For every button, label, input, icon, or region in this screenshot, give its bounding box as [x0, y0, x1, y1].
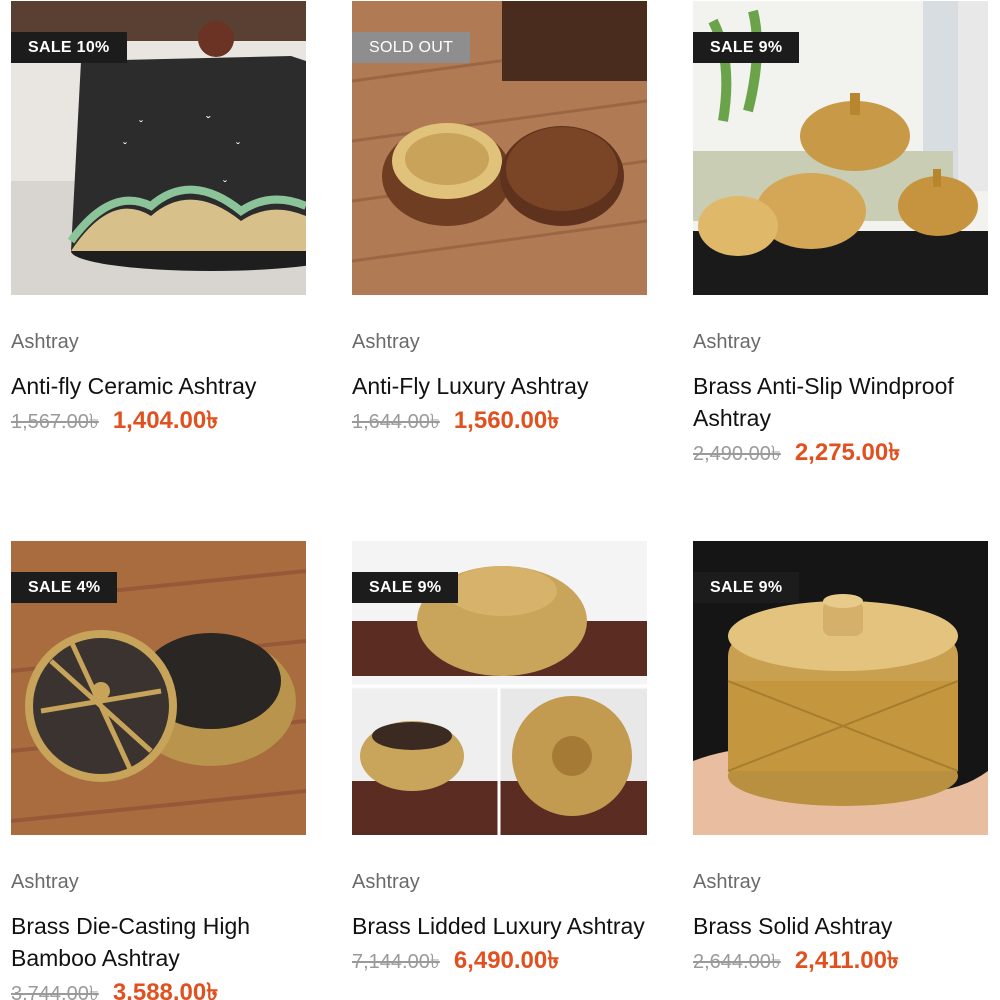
sale-price: 6,490.00৳ [453, 947, 560, 974]
original-price: 3,744.00৳ [11, 983, 99, 1000]
product-grid: ˇ ˇ ˇ ˇ ˇ SALE 10% Ashtray Anti-fly Cera… [0, 0, 1000, 1000]
product-category[interactable]: Ashtray [693, 870, 989, 894]
svg-text:ˇ: ˇ [123, 140, 127, 154]
product-title[interactable]: Anti-Fly Luxury Ashtray [352, 370, 648, 402]
product-image[interactable]: SOLD OUT [352, 1, 647, 295]
sale-badge: SALE 10% [11, 32, 127, 63]
product-image[interactable]: SALE 9% [693, 1, 988, 295]
product-card[interactable]: SALE 9% Ashtray Brass Solid Ashtray 2,64… [693, 541, 989, 979]
product-card[interactable]: SALE 9% Ashtray Brass Anti-Slip Windproo… [693, 1, 989, 471]
product-card[interactable]: ˇ ˇ ˇ ˇ ˇ SALE 10% Ashtray Anti-fly Cera… [11, 1, 307, 439]
product-image[interactable]: SALE 9% [352, 541, 647, 835]
product-prices: 3,744.00৳ 3,588.00৳ [11, 978, 307, 1000]
product-prices: 2,490.00৳ 2,275.00৳ [693, 438, 989, 471]
sale-badge: SALE 9% [693, 572, 800, 603]
sale-badge: SALE 9% [693, 32, 800, 63]
product-category[interactable]: Ashtray [352, 870, 648, 894]
product-category[interactable]: Ashtray [11, 330, 307, 354]
original-price: 1,567.00৳ [11, 411, 99, 433]
product-prices: 2,644.00৳ 2,411.00৳ [693, 946, 989, 979]
product-title[interactable]: Anti-fly Ceramic Ashtray [11, 370, 307, 402]
product-title[interactable]: Brass Lidded Luxury Ashtray [352, 910, 648, 942]
sale-price: 1,404.00৳ [112, 407, 219, 434]
svg-text:ˇ: ˇ [223, 178, 227, 192]
original-price: 2,490.00৳ [693, 443, 781, 465]
product-prices: 7,144.00৳ 6,490.00৳ [352, 946, 648, 979]
product-title[interactable]: Brass Die-Casting High Bamboo Ashtray [11, 910, 307, 974]
product-prices: 1,567.00৳ 1,404.00৳ [11, 406, 307, 439]
product-title[interactable]: Brass Solid Ashtray [693, 910, 989, 942]
sale-badge: SALE 4% [11, 572, 118, 603]
product-prices: 1,644.00৳ 1,560.00৳ [352, 406, 648, 439]
original-price: 2,644.00৳ [693, 951, 781, 973]
product-card[interactable]: SALE 9% Ashtray Brass Lidded Luxury Asht… [352, 541, 648, 979]
sale-badge: SALE 9% [352, 572, 459, 603]
original-price: 7,144.00৳ [352, 951, 440, 973]
product-image[interactable]: SALE 4% [11, 541, 306, 835]
sale-price: 3,588.00৳ [112, 979, 219, 1000]
product-card[interactable]: SOLD OUT Ashtray Anti-Fly Luxury Ashtray… [352, 1, 648, 439]
product-category[interactable]: Ashtray [352, 330, 648, 354]
original-price: 1,644.00৳ [352, 411, 440, 433]
product-title[interactable]: Brass Anti-Slip Windproof Ashtray [693, 370, 989, 434]
svg-text:ˇ: ˇ [139, 118, 143, 132]
sale-price: 2,411.00৳ [794, 947, 899, 974]
svg-text:ˇ: ˇ [206, 113, 211, 129]
svg-text:ˇ: ˇ [236, 140, 240, 154]
product-image[interactable]: ˇ ˇ ˇ ˇ ˇ SALE 10% [11, 1, 306, 295]
sale-price: 2,275.00৳ [794, 439, 901, 466]
product-category[interactable]: Ashtray [11, 870, 307, 894]
product-image[interactable]: SALE 9% [693, 541, 988, 835]
sale-price: 1,560.00৳ [453, 407, 560, 434]
product-card[interactable]: SALE 4% Ashtray Brass Die-Casting High B… [11, 541, 307, 1000]
sold-out-badge: SOLD OUT [352, 32, 471, 63]
product-category[interactable]: Ashtray [693, 330, 989, 354]
